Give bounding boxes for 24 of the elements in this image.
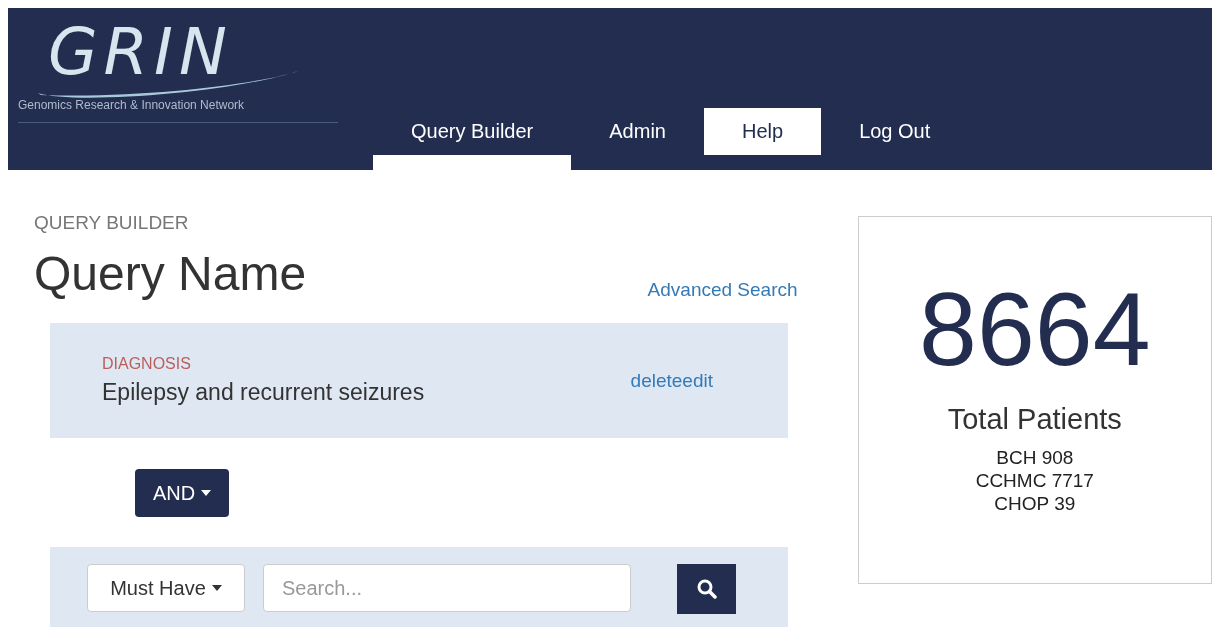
delete-edit-link[interactable]: deleteedit — [630, 369, 713, 392]
operator-dropdown[interactable]: AND — [135, 469, 230, 517]
logo-tagline: Genomics Research & Innovation Network — [18, 98, 338, 123]
must-have-dropdown[interactable]: Must Have — [87, 564, 245, 612]
nav-tab[interactable]: Admin — [571, 108, 704, 155]
search-button[interactable] — [677, 564, 736, 614]
nav-tab[interactable]: Log Out — [821, 108, 969, 155]
search-icon — [696, 579, 717, 599]
site-count: CCHMC 7717 — [975, 469, 1094, 492]
nav-tab[interactable]: Help — [704, 108, 822, 155]
logo-title: GRIN — [48, 20, 234, 84]
criterion-category: DIAGNOSIS — [102, 355, 192, 373]
search-field[interactable]: Search... — [263, 564, 631, 612]
criterion-value: Epilepsy and recurrent seizures — [102, 379, 425, 406]
nav-tab[interactable]: Query Builder — [373, 108, 572, 170]
patient-count: 8664 — [919, 277, 1151, 381]
caret-icon — [201, 490, 212, 496]
total-label: Total Patients — [947, 403, 1122, 436]
site-count: BCH 908 — [996, 446, 1074, 469]
advanced-search-link[interactable]: Advanced Search — [647, 279, 798, 301]
query-name-title: Query Name — [34, 246, 307, 301]
caret-icon — [211, 585, 222, 591]
section-label: QUERY BUILDER — [34, 212, 190, 234]
site-count: CHOP 39 — [994, 492, 1076, 515]
